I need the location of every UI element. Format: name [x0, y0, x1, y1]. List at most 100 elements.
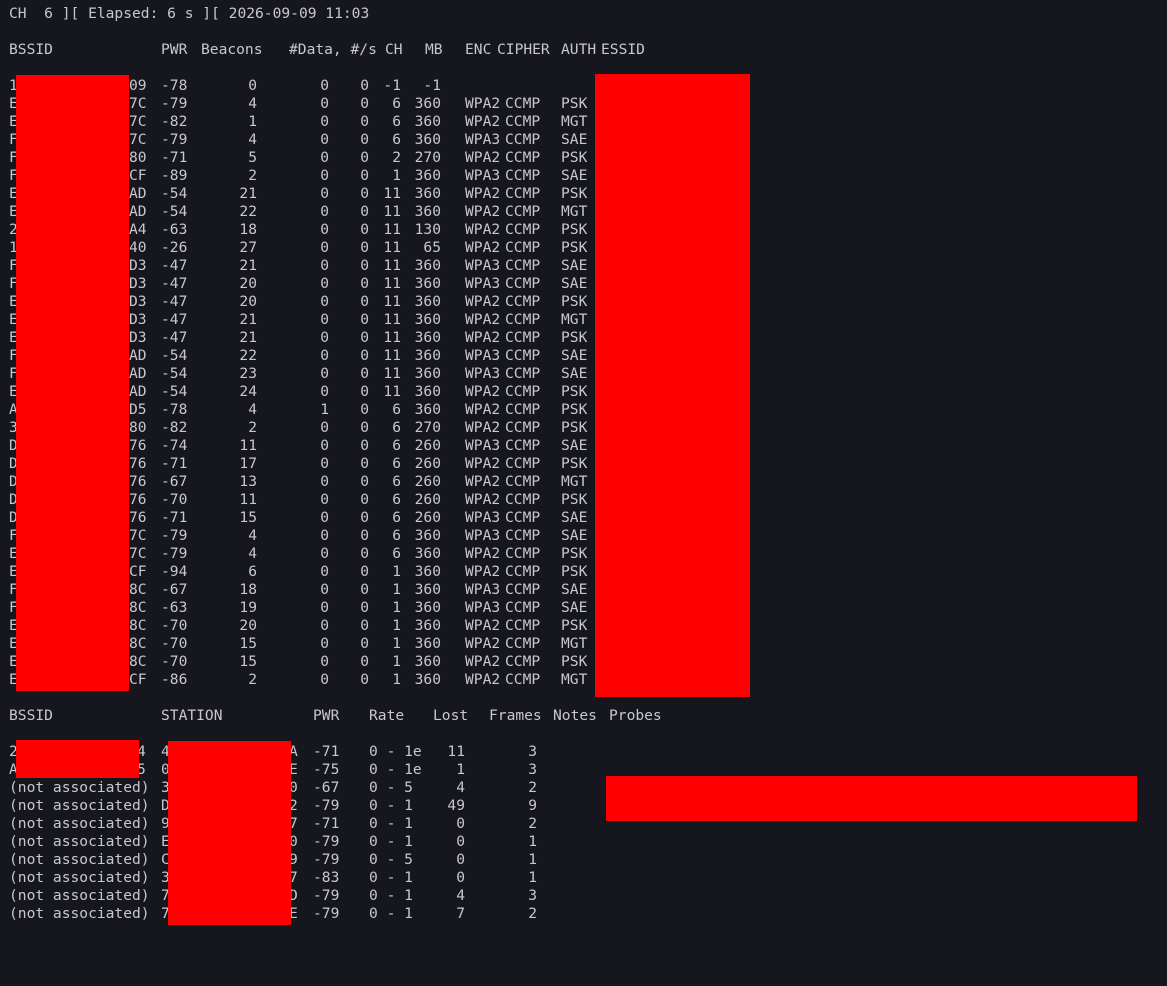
ap-row[interactable]: E AD -54 24 0 0 11 360 WPA2 CCMP PSK	[9, 383, 1159, 401]
ap-row[interactable]: F 7C -79 4 0 0 6 360 WPA3 CCMP SAE	[9, 131, 1159, 149]
ap-enc: WPA2	[465, 653, 501, 670]
ap-bssid-suffix: 80	[129, 419, 147, 436]
ap-pwr: -71	[161, 149, 188, 166]
ap-row[interactable]: D 76 -71 17 0 0 6 260 WPA2 CCMP PSK	[9, 455, 1159, 473]
ap-row[interactable]: E D3 -47 21 0 0 11 360 WPA2 CCMP PSK	[9, 329, 1159, 347]
ap-rate: 0	[360, 113, 369, 130]
ap-auth: PSK	[561, 149, 588, 166]
ap-beacons: 27	[239, 239, 257, 256]
ap-row[interactable]: F D3 -47 21 0 0 11 360 WPA3 CCMP SAE	[9, 257, 1159, 275]
ap-bssid-suffix: 76	[129, 437, 147, 454]
ap-row[interactable]: E D3 -47 21 0 0 11 360 WPA2 CCMP MGT	[9, 311, 1159, 329]
ap-row[interactable]: F 8C -63 19 0 0 1 360 WPA3 CCMP SAE	[9, 599, 1159, 617]
ap-rate: 0	[360, 509, 369, 526]
ap-pwr: -63	[161, 221, 188, 238]
ap-pwr: -26	[161, 239, 188, 256]
ap-row[interactable]: D 76 -71 15 0 0 6 260 WPA3 CCMP SAE	[9, 509, 1159, 527]
ap-bssid-suffix: AD	[129, 365, 147, 382]
col-st-notes: Notes	[553, 707, 597, 724]
station-bssid: (not associated)	[9, 833, 150, 850]
ap-rate: 0	[360, 203, 369, 220]
ap-row[interactable]: F 80 -71 5 0 0 2 270 WPA2 CCMP PSK	[9, 149, 1159, 167]
ap-row[interactable]: E AD -54 21 0 0 11 360 WPA2 CCMP PSK	[9, 185, 1159, 203]
ap-pwr: -47	[161, 293, 188, 310]
ap-mb: 360	[414, 527, 441, 544]
ap-bssid-suffix: AD	[129, 203, 147, 220]
ap-auth: PSK	[561, 383, 588, 400]
ap-data: 0	[320, 365, 329, 382]
ap-beacons: 21	[239, 311, 257, 328]
ap-row[interactable]: E 8C -70 15 0 0 1 360 WPA2 CCMP MGT	[9, 635, 1159, 653]
ap-enc: WPA3	[465, 581, 501, 598]
ap-row[interactable]: 2 A4 -63 18 0 0 11 130 WPA2 CCMP PSK	[9, 221, 1159, 239]
ap-mb: 260	[414, 473, 441, 490]
ap-cipher: CCMP	[505, 203, 541, 220]
ap-pwr: -79	[161, 131, 188, 148]
ap-auth: SAE	[561, 347, 588, 364]
ap-mb: 360	[414, 203, 441, 220]
ap-row[interactable]: E 7C -79 4 0 0 6 360 WPA2 CCMP PSK	[9, 95, 1159, 113]
ap-pwr: -54	[161, 347, 188, 364]
col-cipher: CIPHER	[497, 41, 550, 58]
ap-row[interactable]: F 8C -67 18 0 0 1 360 WPA3 CCMP SAE	[9, 581, 1159, 599]
ap-data: 0	[320, 293, 329, 310]
ap-channel: 6	[392, 131, 401, 148]
ap-cipher: CCMP	[505, 113, 541, 130]
redaction-station-bssid	[16, 740, 139, 778]
ap-row[interactable]: 3 80 -82 2 0 0 6 270 WPA2 CCMP PSK	[9, 419, 1159, 437]
ap-row[interactable]: E 7C -82 1 0 0 6 360 WPA2 CCMP MGT	[9, 113, 1159, 131]
ap-bssid-suffix: D3	[129, 275, 147, 292]
ap-rate: 0	[360, 257, 369, 274]
ap-enc: WPA2	[465, 545, 501, 562]
ap-bssid-suffix: 7C	[129, 131, 147, 148]
ap-auth: PSK	[561, 563, 588, 580]
ap-row[interactable]: A D5 -78 4 1 0 6 360 WPA2 CCMP PSK	[9, 401, 1159, 419]
ap-data: 0	[320, 617, 329, 634]
ap-row[interactable]: F AD -54 23 0 0 11 360 WPA3 CCMP SAE	[9, 365, 1159, 383]
ap-cipher: CCMP	[505, 653, 541, 670]
ap-bssid-suffix: D3	[129, 311, 147, 328]
ap-cipher: CCMP	[505, 473, 541, 490]
ap-row[interactable]: F 7C -79 4 0 0 6 360 WPA3 CCMP SAE	[9, 527, 1159, 545]
ap-table-header: BSSID PWR Beacons #Data, #/s CH MB ENC C…	[9, 41, 1159, 59]
ap-bssid-suffix: 7C	[129, 527, 147, 544]
ap-row[interactable]: D 76 -70 11 0 0 6 260 WPA2 CCMP PSK	[9, 491, 1159, 509]
ap-rate: 0	[360, 581, 369, 598]
col-essid: ESSID	[601, 41, 645, 58]
ap-row[interactable]: F CF -89 2 0 0 1 360 WPA3 CCMP SAE	[9, 167, 1159, 185]
ap-row[interactable]: D 76 -74 11 0 0 6 260 WPA3 CCMP SAE	[9, 437, 1159, 455]
redaction-ap-essid	[595, 74, 750, 697]
station-rate: 0 - 5	[369, 779, 413, 796]
ap-channel: 1	[392, 167, 401, 184]
ap-row[interactable]: E CF -86 2 0 0 1 360 WPA2 CCMP MGT	[9, 671, 1159, 689]
ap-auth: PSK	[561, 401, 588, 418]
ap-row[interactable]: E CF -94 6 0 0 1 360 WPA2 CCMP PSK	[9, 563, 1159, 581]
ap-mb: 360	[414, 131, 441, 148]
ap-auth: PSK	[561, 653, 588, 670]
ap-row[interactable]: E 8C -70 15 0 0 1 360 WPA2 CCMP PSK	[9, 653, 1159, 671]
ap-mb: 360	[414, 545, 441, 562]
ap-row[interactable]: F D3 -47 20 0 0 11 360 WPA3 CCMP SAE	[9, 275, 1159, 293]
ap-mb: 360	[414, 113, 441, 130]
ap-row[interactable]: 1 09 -78 0 0 0 -1 -1	[9, 77, 1159, 95]
ap-auth: SAE	[561, 365, 588, 382]
ap-enc: WPA2	[465, 149, 501, 166]
ap-cipher: CCMP	[505, 131, 541, 148]
ap-row[interactable]: 1 40 -26 27 0 0 11 65 WPA2 CCMP PSK	[9, 239, 1159, 257]
ap-row[interactable]: F AD -54 22 0 0 11 360 WPA3 CCMP SAE	[9, 347, 1159, 365]
ap-pwr: -70	[161, 653, 188, 670]
ap-enc: WPA2	[465, 239, 501, 256]
station-rate: 0 - 1e	[369, 761, 422, 778]
col-st-lost: Lost	[433, 707, 469, 724]
station-pwr: -79	[313, 797, 340, 814]
ap-enc: WPA3	[465, 509, 501, 526]
ap-channel: 2	[392, 149, 401, 166]
ap-row[interactable]: E AD -54 22 0 0 11 360 WPA2 CCMP MGT	[9, 203, 1159, 221]
ap-row[interactable]: E D3 -47 20 0 0 11 360 WPA2 CCMP PSK	[9, 293, 1159, 311]
ap-beacons: 2	[248, 671, 257, 688]
ap-bssid-suffix: AD	[129, 185, 147, 202]
ap-row[interactable]: E 7C -79 4 0 0 6 360 WPA2 CCMP PSK	[9, 545, 1159, 563]
ap-row[interactable]: D 76 -67 13 0 0 6 260 WPA2 CCMP MGT	[9, 473, 1159, 491]
ap-row[interactable]: E 8C -70 20 0 0 1 360 WPA2 CCMP PSK	[9, 617, 1159, 635]
ap-enc: WPA3	[465, 257, 501, 274]
